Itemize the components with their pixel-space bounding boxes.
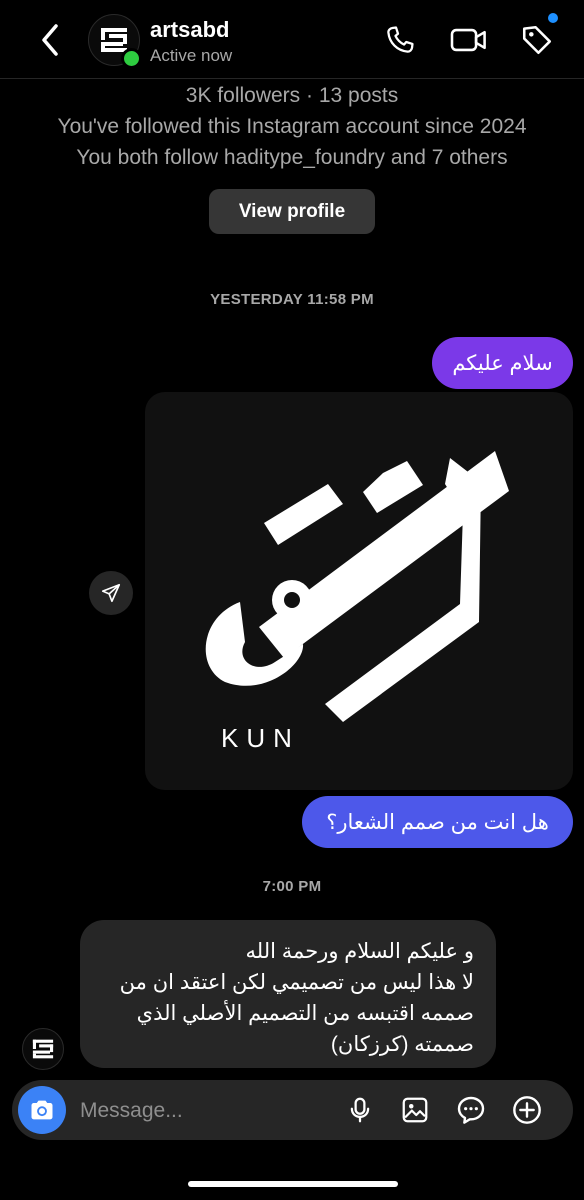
logo-caption: KUN: [221, 723, 300, 753]
chat-header: artsabd Active now: [0, 0, 584, 79]
share-button[interactable]: [89, 571, 133, 615]
more-options-button[interactable]: [508, 1091, 546, 1129]
message-text: هل انت من صمم الشعار؟: [326, 810, 549, 834]
mutual-followers-text: You both follow haditype_foundry and 7 o…: [76, 146, 508, 169]
back-button[interactable]: [32, 20, 68, 60]
message-line: صممته (كرزكان): [330, 1033, 474, 1056]
gallery-button[interactable]: [396, 1091, 434, 1129]
message-line: لا هذا ليس من تصميمي لكن اعتقد ان من: [119, 971, 474, 994]
microphone-icon: [350, 1097, 370, 1123]
voice-message-button[interactable]: [341, 1091, 379, 1129]
message-line: صممه اقتبسه من التصميم الأصلي الذي: [136, 1002, 474, 1025]
share-icon: [101, 583, 121, 603]
received-message[interactable]: و عليكم السلام ورحمة الله لا هذا ليس من …: [80, 920, 496, 1068]
plus-icon: [513, 1096, 541, 1124]
camera-icon: [31, 1100, 53, 1120]
phone-icon: [387, 26, 414, 53]
image-message[interactable]: KUN: [145, 392, 573, 790]
message-line: و عليكم السلام ورحمة الله: [245, 940, 474, 963]
followed-since-text: You've followed this Instagram account s…: [57, 115, 527, 138]
sent-message[interactable]: سلام عليكم: [432, 337, 573, 389]
timestamp: 7:00 PM: [262, 878, 322, 895]
active-status: Active now: [150, 46, 233, 65]
sender-avatar[interactable]: [22, 1028, 64, 1070]
home-indicator[interactable]: [188, 1181, 398, 1187]
message-composer: [12, 1080, 573, 1140]
contact-name[interactable]: artsabd: [150, 17, 229, 43]
sent-message[interactable]: هل انت من صمم الشعار؟: [302, 796, 573, 848]
camera-button[interactable]: [18, 1086, 66, 1134]
artsabd-logo-icon: [32, 1039, 54, 1059]
sticker-icon: [457, 1096, 485, 1124]
tag-button[interactable]: [517, 20, 557, 60]
message-text: سلام عليكم: [452, 351, 553, 375]
online-indicator: [121, 48, 142, 69]
video-icon: [450, 28, 486, 52]
gallery-icon: [402, 1097, 428, 1123]
notification-dot: [548, 13, 558, 23]
sticker-button[interactable]: [452, 1091, 490, 1129]
profile-stats: 3K followers · 13 posts: [185, 84, 399, 107]
video-call-button[interactable]: [449, 20, 489, 60]
timestamp: YESTERDAY 11:58 PM: [210, 291, 374, 308]
message-input[interactable]: [78, 1092, 332, 1130]
back-icon: [42, 24, 58, 56]
voice-call-button[interactable]: [380, 20, 420, 60]
view-profile-button[interactable]: View profile: [209, 189, 375, 234]
tag-icon: [522, 25, 552, 55]
kun-logo-image: KUN: [205, 451, 509, 753]
